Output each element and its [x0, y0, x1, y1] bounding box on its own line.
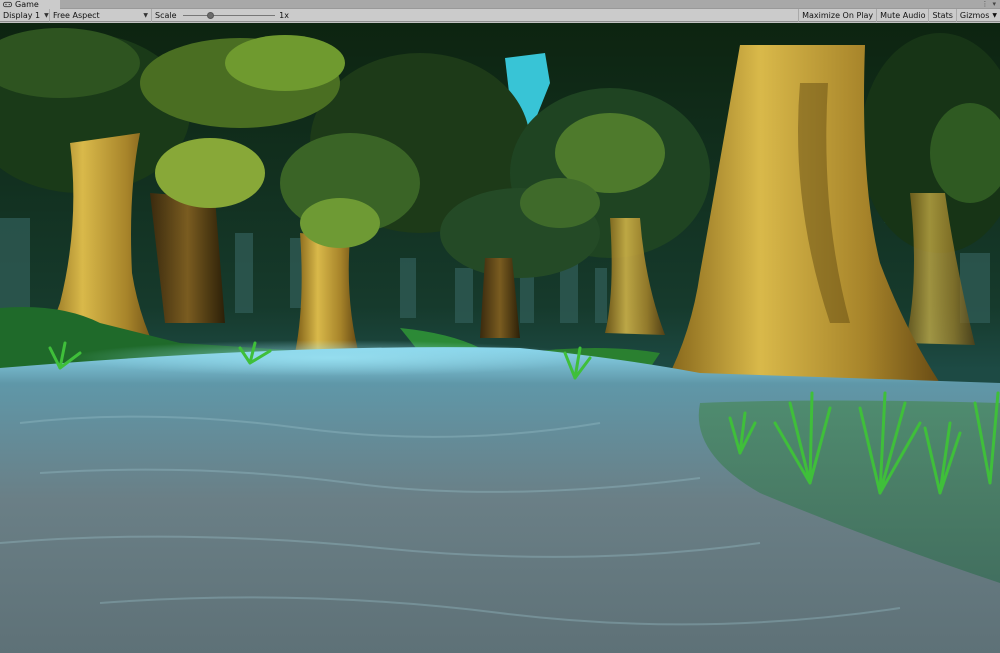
chevron-down-icon: ▼: [44, 11, 49, 19]
mute-audio-toggle[interactable]: Mute Audio: [876, 8, 928, 22]
scale-slider[interactable]: [182, 9, 276, 22]
display-value: Display 1: [3, 10, 41, 20]
game-toolbar: Display 1 ▼ Free Aspect ▼ Scale 1x Maxim…: [0, 8, 1000, 22]
display-dropdown[interactable]: Display 1 ▼: [0, 8, 50, 22]
chevron-down-icon: ▼: [143, 11, 148, 19]
aspect-value: Free Aspect: [53, 10, 100, 20]
aspect-dropdown[interactable]: Free Aspect ▼: [50, 8, 152, 22]
gizmos-label: Gizmos: [959, 10, 990, 20]
slider-track: [182, 14, 276, 16]
game-viewport[interactable]: [0, 23, 1000, 653]
gamepad-icon: [3, 1, 12, 8]
maximize-on-play-toggle[interactable]: Maximize On Play: [798, 8, 876, 22]
scale-value: 1x: [279, 10, 289, 20]
stats-toggle[interactable]: Stats: [928, 8, 955, 22]
gizmos-dropdown[interactable]: Gizmos ▼: [955, 8, 1000, 22]
scale-control: Scale 1x: [152, 9, 292, 22]
scale-label: Scale: [155, 10, 177, 20]
slider-thumb[interactable]: [206, 11, 214, 19]
game-render: [0, 23, 1000, 653]
water-glow: [70, 340, 590, 376]
chevron-down-icon: ▼: [992, 11, 997, 19]
